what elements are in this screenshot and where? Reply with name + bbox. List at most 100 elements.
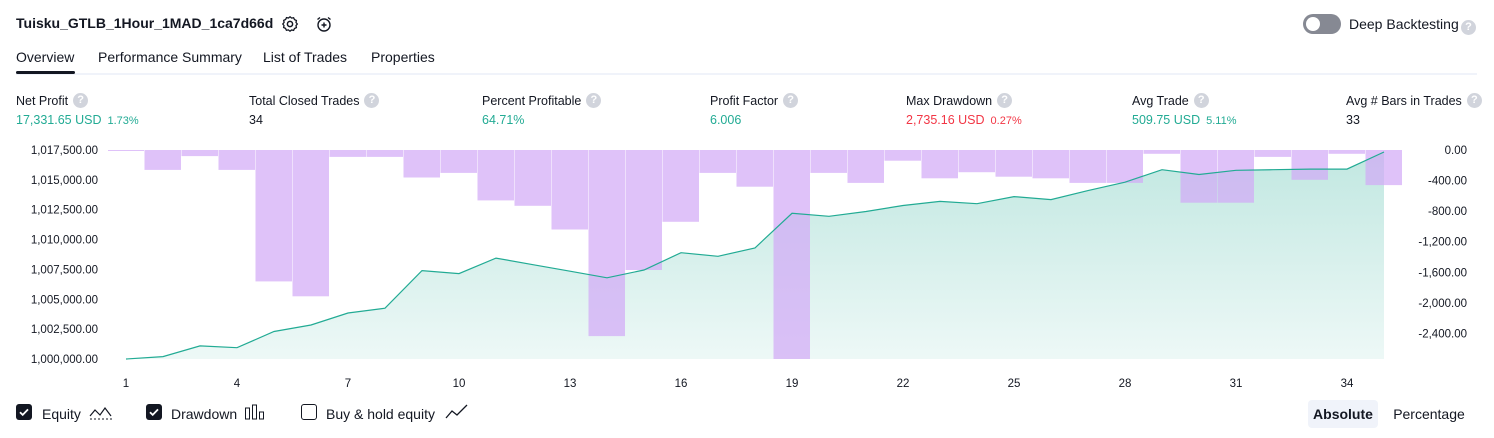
x-axis-tick-label: 16 <box>675 378 688 390</box>
left-axis-tick-label: 1,012,500.00 <box>31 205 98 217</box>
drawdown-bar <box>329 150 366 157</box>
metric-value: 2,735.16 USD <box>906 113 985 127</box>
x-axis-tick-label: 28 <box>1119 378 1132 390</box>
left-axis-tick-label: 1,017,500.00 <box>31 145 98 157</box>
drawdown-bar <box>773 150 810 359</box>
metric-percent-profitable: Percent Profitable? 64.71% <box>482 93 602 127</box>
alarm-add-icon[interactable] <box>313 13 335 35</box>
right-axis-tick-label: 0.00 <box>1445 145 1467 157</box>
left-axis-tick-label: 1,010,000.00 <box>31 235 98 247</box>
metric-value: 33 <box>1346 113 1360 127</box>
left-axis-tick-label: 1,015,000.00 <box>31 175 98 187</box>
metric-label: Max Drawdown <box>906 93 993 108</box>
drawdown-bar <box>1291 150 1328 180</box>
left-axis-tick-label: 1,005,000.00 <box>31 294 98 306</box>
drawdown-bar <box>1143 150 1180 154</box>
drawdown-bar <box>921 150 958 179</box>
info-icon[interactable]: ? <box>1466 93 1482 108</box>
gear-icon[interactable] <box>279 13 301 35</box>
metric-value: 17,331.65 USD <box>16 113 102 127</box>
active-tab-indicator <box>16 71 75 74</box>
equity-legend-label: Equity <box>42 406 81 422</box>
drawdown-bar <box>625 150 662 270</box>
metric-value: 509.75 USD <box>1132 113 1201 127</box>
deep-backtesting-toggle[interactable] <box>1303 14 1341 34</box>
drawdown-legend-label: Drawdown <box>171 406 238 422</box>
metric-percent: 5.11% <box>1206 115 1237 127</box>
left-axis-tick-label: 1,002,500.00 <box>31 324 98 336</box>
drawdown-bar <box>514 150 551 206</box>
metric-value: 34 <box>249 113 263 127</box>
left-axis: 1,017,500.00 1,015,000.00 1,012,500.00 1,01… <box>31 145 98 366</box>
drawdown-bar <box>884 150 921 161</box>
x-axis: 1 4 7 10 13 16 19 22 25 28 31 34 <box>123 378 1354 390</box>
drawdown-bar <box>403 150 440 178</box>
drawdown-bar <box>181 150 218 157</box>
equity-checkbox[interactable] <box>16 404 32 420</box>
metric-percent: 0.27% <box>990 115 1022 127</box>
metric-label: Percent Profitable <box>482 93 582 108</box>
percentage-button[interactable]: Percentage <box>1386 400 1472 428</box>
info-icon[interactable]: ? <box>997 93 1013 108</box>
drawdown-bar <box>995 150 1032 177</box>
info-icon[interactable]: ? <box>73 93 89 108</box>
x-axis-tick-label: 19 <box>786 378 799 390</box>
drawdown-bar <box>1365 150 1402 186</box>
drawdown-checkbox[interactable] <box>146 404 162 420</box>
drawdown-bar <box>1217 150 1254 203</box>
equity-drawdown-chart[interactable]: 1,017,500.00 1,015,000.00 1,012,500.00 1,01… <box>0 138 1494 398</box>
left-axis-tick-label: 1,007,500.00 <box>31 264 98 276</box>
bars-icon <box>244 404 266 425</box>
drawdown-bar <box>847 150 884 183</box>
info-icon[interactable]: ? <box>1193 93 1209 108</box>
x-axis-tick-label: 13 <box>564 378 577 390</box>
left-axis-tick-label: 1,000,000.00 <box>31 354 98 366</box>
help-icon[interactable]: ? <box>1461 17 1476 35</box>
tab-overview[interactable]: Overview <box>16 49 74 65</box>
right-axis-tick-label: -2,400.00 <box>1418 328 1467 340</box>
x-axis-tick-label: 25 <box>1008 378 1021 390</box>
tabs-divider <box>16 73 1477 75</box>
drawdown-bar <box>1069 150 1106 183</box>
tab-properties[interactable]: Properties <box>371 49 435 65</box>
info-icon[interactable]: ? <box>364 93 380 108</box>
x-axis-tick-label: 22 <box>897 378 910 390</box>
buy-hold-checkbox[interactable] <box>301 404 317 420</box>
drawdown-bar <box>958 150 995 173</box>
metric-net-profit: Net Profit? 17,331.65 USD 1.73% <box>16 93 139 127</box>
drawdown-bar <box>551 150 588 230</box>
right-axis-tick-label: -800.00 <box>1428 206 1467 218</box>
x-axis-tick-label: 7 <box>345 378 351 390</box>
x-axis-tick-label: 4 <box>234 378 241 390</box>
drawdown-bar <box>699 150 736 173</box>
right-axis-tick-label: -1,600.00 <box>1418 267 1467 279</box>
drawdown-bar <box>810 150 847 173</box>
metric-avg-trade: Avg Trade? 509.75 USD 5.11% <box>1132 93 1236 127</box>
drawdown-bar <box>440 150 477 173</box>
strategy-title: Tuisku_GTLB_1Hour_1MAD_1ca7d66d <box>16 15 274 31</box>
metric-max-drawdown: Max Drawdown? 2,735.16 USD 0.27% <box>906 93 1022 127</box>
drawdown-bar <box>736 150 773 187</box>
tab-performance-summary[interactable]: Performance Summary <box>98 49 242 65</box>
metric-label: Avg Trade <box>1132 93 1189 108</box>
drawdown-bar <box>292 150 329 297</box>
tab-list-of-trades[interactable]: List of Trades <box>263 49 347 65</box>
right-axis-tick-label: -400.00 <box>1428 176 1467 188</box>
metric-label: Total Closed Trades <box>249 93 360 108</box>
buy-hold-legend-label: Buy & hold equity <box>326 406 435 422</box>
drawdown-bar <box>144 150 181 170</box>
absolute-button[interactable]: Absolute <box>1308 400 1378 428</box>
info-icon[interactable]: ? <box>586 93 602 108</box>
metric-total-closed-trades: Total Closed Trades? 34 <box>249 93 380 127</box>
drawdown-bar <box>477 150 514 201</box>
drawdown-bar <box>1254 150 1291 157</box>
right-axis-tick-label: -1,200.00 <box>1418 237 1467 249</box>
drawdown-bar <box>662 150 699 222</box>
area-line-icon <box>89 404 113 425</box>
drawdown-bar <box>255 150 292 282</box>
info-icon[interactable]: ? <box>783 93 799 108</box>
metric-percent: 1.73% <box>107 115 139 127</box>
line-icon <box>445 404 469 425</box>
drawdown-bar <box>1328 150 1365 154</box>
drawdown-bar <box>1180 150 1217 203</box>
